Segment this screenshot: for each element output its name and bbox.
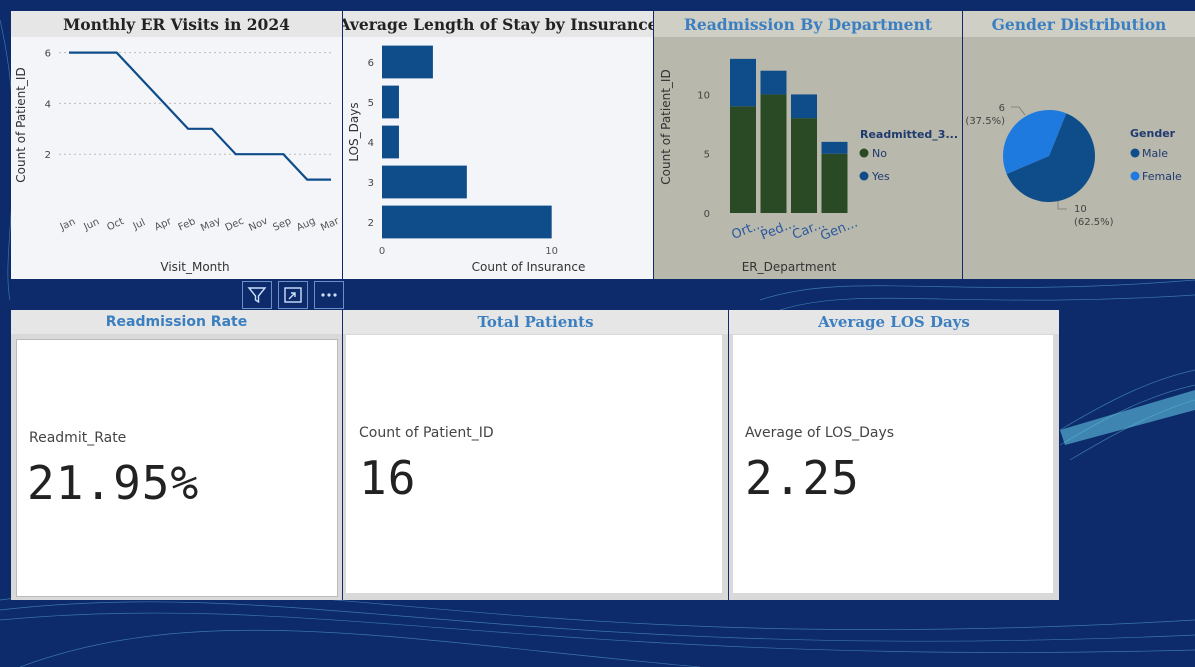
stacked-chart-visual[interactable]: Readmission By Department 0 5 10 Ort... Ped.… (654, 11, 962, 279)
average-los-body: Average of LOS_Days 2.25 (733, 335, 1053, 593)
y-tick-label: 6 (45, 49, 51, 60)
pie-chart-visual[interactable]: Gender Distribution 10 (62.5%) 6 (37.5%) Gen… (963, 11, 1195, 279)
data-label-percent: (62.5%) (1074, 217, 1114, 228)
line-chart-plot: 2 4 6 Jan Jun Oct Jul Apr Feb May Dec Nov Sep Aug Mar V… (14, 49, 342, 274)
y-axis-title: Count of Patient_ID (659, 69, 673, 184)
pie-chart-plot: 10 (62.5%) 6 (37.5%) Gender Male Female (965, 103, 1182, 228)
legend-marker (859, 171, 869, 181)
more-options-icon (321, 293, 337, 297)
bar (382, 165, 467, 199)
x-tick-label: Oct (105, 216, 125, 233)
x-tick-label: Apr (153, 216, 174, 234)
visual-toolbar (242, 281, 344, 309)
total-patients-title: Total Patients (343, 310, 728, 334)
legend-label: Male (1142, 147, 1168, 160)
total-patients-body: Count of Patient_ID 16 (346, 335, 722, 593)
avg-los-label: Average of LOS_Days (745, 425, 895, 441)
stacked-bar-segment (821, 141, 848, 154)
y-tick-label: 10 (697, 90, 710, 101)
legend-title: Gender (1130, 127, 1176, 140)
stacked-chart-title: Readmission By Department (654, 11, 962, 37)
data-label-count: 6 (999, 103, 1005, 114)
stacked-bar-segment (760, 70, 787, 95)
bar (382, 205, 552, 239)
data-label-percent: (37.5%) (965, 116, 1005, 127)
average-los-title: Average LOS Days (729, 310, 1059, 334)
line-chart-title: Monthly ER Visits in 2024 (11, 11, 342, 37)
x-tick-label: Nov (247, 216, 269, 234)
readmission-rate-card[interactable]: Readmission Rate Readmit_Rate 21.95% (11, 310, 342, 600)
legend-title: Readmitted_3... (860, 128, 958, 141)
x-axis-title: Visit_Month (160, 260, 229, 274)
stacked-bar-segment (730, 58, 756, 107)
y-tick-label: 4 (45, 99, 51, 110)
stacked-bar-segment (791, 94, 817, 119)
data-label-count: 10 (1074, 204, 1087, 215)
x-tick-label: Gen... (818, 216, 860, 244)
readmit-rate-label: Readmit_Rate (29, 430, 127, 446)
y-tick-label: 6 (368, 58, 374, 69)
bar-chart-plot: 0 10 6 5 4 3 2 Count of Insurance LOS_Days (347, 45, 586, 274)
y-tick-label: 2 (368, 218, 374, 229)
focus-mode-button[interactable] (278, 281, 308, 309)
stacked-bar-segment (821, 153, 848, 213)
y-tick-label: 3 (368, 178, 374, 189)
bar (382, 125, 399, 159)
legend-marker (859, 148, 869, 158)
x-axis-title: ER_Department (742, 260, 837, 274)
x-tick-label: Mar (319, 215, 342, 233)
bar-chart-visual[interactable]: Average Length of Stay by Insurance 0 10 6… (343, 11, 653, 279)
line-chart-visual[interactable]: Monthly ER Visits in 2024 2 4 6 Jan Jun Oct Ju… (11, 11, 342, 279)
y-tick-label: 2 (45, 150, 51, 161)
stacked-bar-segment (730, 106, 756, 213)
x-tick-label: Aug (295, 216, 317, 234)
average-los-card[interactable]: Average LOS Days Average of LOS_Days 2.2… (729, 310, 1059, 600)
bar (382, 85, 399, 119)
patient-count-value: 16 (359, 451, 417, 505)
leader-line (1011, 106, 1026, 116)
focus-mode-icon (284, 287, 302, 303)
x-tick-label: Jun (81, 216, 101, 233)
patient-count-label: Count of Patient_ID (359, 425, 494, 441)
y-tick-label: 5 (704, 150, 710, 161)
legend-label: Yes (871, 170, 890, 183)
legend-marker (1130, 148, 1140, 158)
leader-line (1057, 201, 1067, 210)
pie-chart-title: Gender Distribution (963, 11, 1195, 37)
x-tick-label: Jan (58, 216, 78, 233)
avg-los-value: 2.25 (745, 451, 860, 505)
legend-marker (1130, 171, 1140, 181)
x-tick-label: Feb (177, 216, 198, 233)
bar-chart-title: Average Length of Stay by Insurance (343, 11, 653, 37)
line-series (69, 51, 331, 181)
y-tick-label: 5 (368, 98, 374, 109)
x-tick-label: 10 (545, 246, 558, 257)
x-tick-label: Sep (271, 216, 293, 234)
x-tick-label: Jul (131, 217, 148, 232)
legend-label: No (872, 147, 887, 160)
y-tick-label: 4 (368, 138, 374, 149)
stacked-chart-plot: 0510Ort...Ped...Car...Gen...ER_Departmen… (659, 58, 958, 274)
y-axis-title: Count of Patient_ID (14, 67, 28, 182)
y-axis-title: LOS_Days (347, 102, 361, 161)
filter-button[interactable] (242, 281, 272, 309)
legend-label: Female (1142, 170, 1182, 183)
readmit-rate-value: 21.95% (27, 456, 200, 510)
x-tick-label: 0 (379, 246, 385, 257)
readmission-rate-body: Readmit_Rate 21.95% (16, 339, 338, 597)
stacked-bar-segment (791, 118, 817, 213)
bar (382, 45, 433, 79)
x-tick-label: May (199, 215, 222, 234)
stacked-bar-segment (760, 94, 787, 213)
y-tick-label: 0 (704, 209, 710, 220)
filter-icon (247, 287, 267, 304)
total-patients-card[interactable]: Total Patients Count of Patient_ID 16 (343, 310, 728, 600)
readmission-rate-title: Readmission Rate (11, 310, 342, 334)
more-options-button[interactable] (314, 281, 344, 309)
x-axis-title: Count of Insurance (472, 260, 586, 274)
x-tick-label: Dec (224, 216, 246, 234)
